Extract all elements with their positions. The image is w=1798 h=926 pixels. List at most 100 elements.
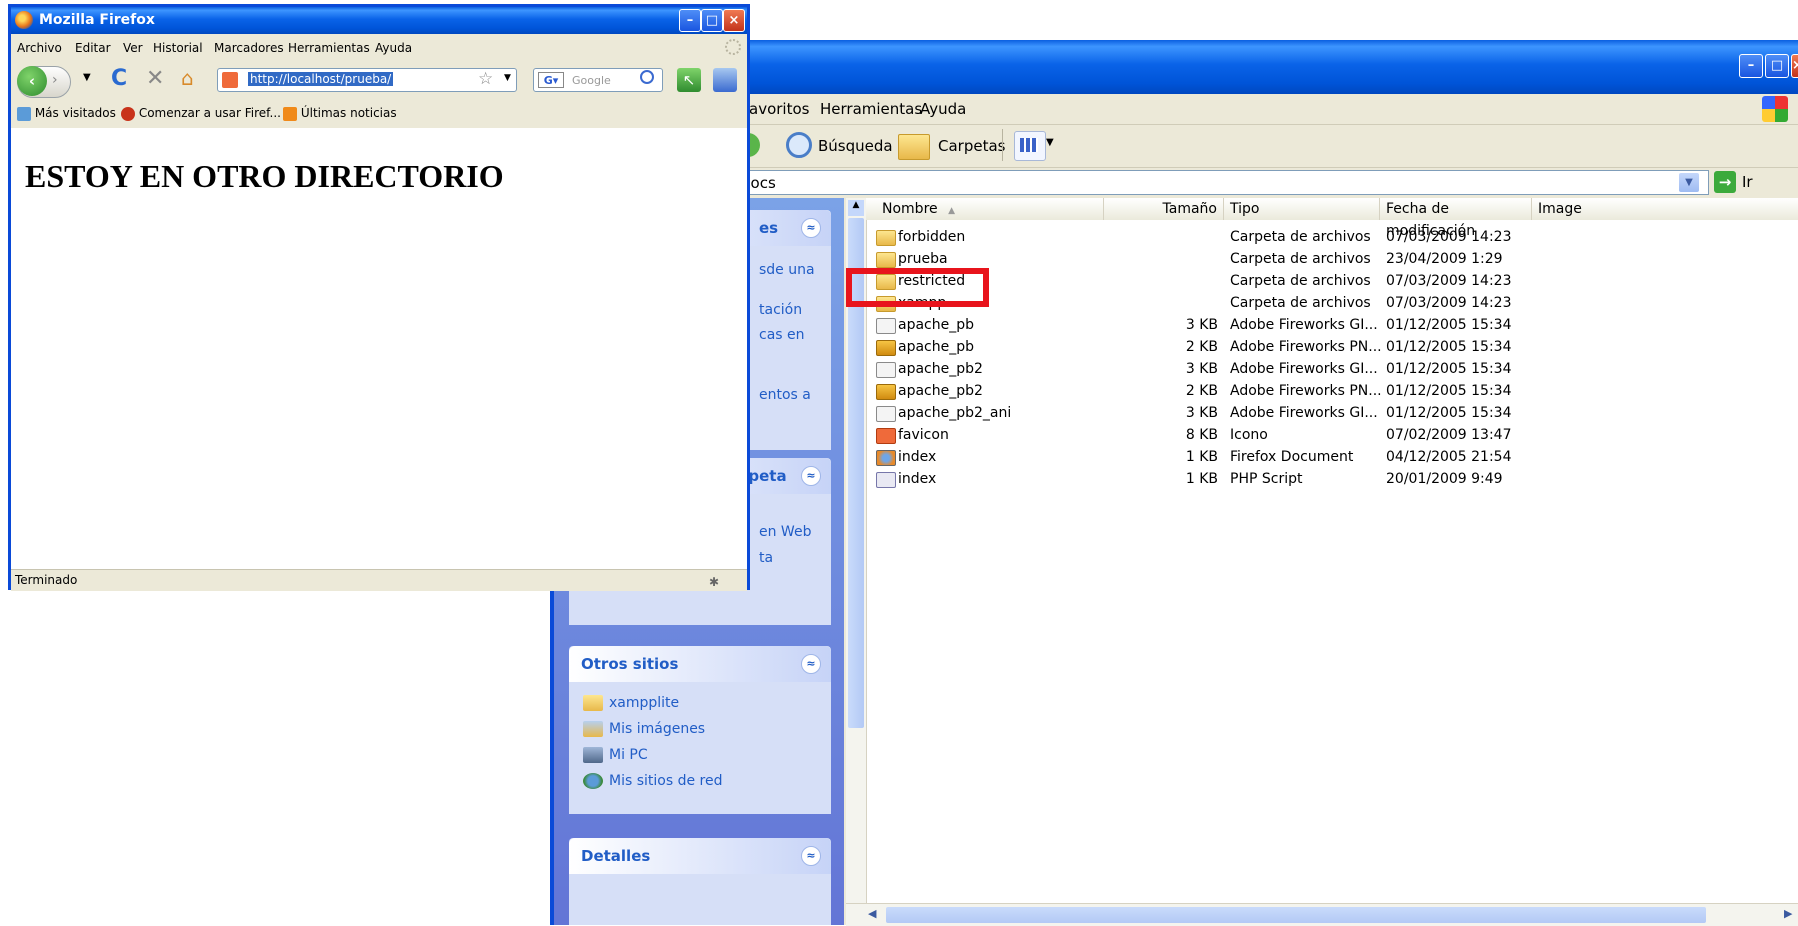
folders-button-label: Carpetas xyxy=(938,137,1006,155)
task-link[interactable]: entos a xyxy=(759,387,811,403)
task-link[interactable]: en Web xyxy=(759,524,811,540)
file-type: Adobe Fireworks GI... xyxy=(1230,405,1378,421)
file-row[interactable]: prueba Carpeta de archivos 23/04/2009 1:29 xyxy=(876,248,1798,270)
file-row[interactable]: index 1 KB Firefox Document 04/12/2005 21:5… xyxy=(876,446,1798,468)
other-site-link[interactable]: Mi PC xyxy=(583,747,648,763)
file-row[interactable]: apache_pb 2 KB Adobe Fireworks PN... 01/12/… xyxy=(876,336,1798,358)
scroll-up-icon[interactable]: ▲ xyxy=(848,200,864,216)
menu-ver[interactable]: Ver xyxy=(123,41,143,55)
forward-button[interactable]: › xyxy=(52,72,58,88)
file-type: Adobe Fireworks GI... xyxy=(1230,361,1378,377)
horizontal-scrollbar-thumb[interactable] xyxy=(886,907,1706,923)
task-link[interactable]: ta xyxy=(759,550,773,566)
other-site-link[interactable]: Mis sitios de red xyxy=(583,773,722,789)
column-type[interactable]: Tipo xyxy=(1224,198,1380,220)
file-row[interactable]: xampp Carpeta de archivos 07/03/2009 14:23 xyxy=(876,292,1798,314)
back-button[interactable]: ‹ xyxy=(17,66,47,96)
horizontal-scrollbar[interactable]: ◀ ▶ xyxy=(846,903,1798,926)
url-dropdown-icon[interactable]: ▼ xyxy=(504,73,511,83)
firefox-title-bar[interactable]: Mozilla Firefox – □ × xyxy=(11,7,747,34)
close-button[interactable]: × xyxy=(723,9,745,32)
file-type: Firefox Document xyxy=(1230,449,1354,465)
scroll-right-icon[interactable]: ▶ xyxy=(1784,907,1792,920)
task-link[interactable]: tación xyxy=(759,302,802,318)
views-dropdown-icon[interactable]: ▼ xyxy=(1046,137,1054,148)
menu-historial[interactable]: Historial xyxy=(153,41,203,55)
menu-archivo[interactable]: Archivo xyxy=(17,41,62,55)
close-button[interactable]: × xyxy=(1791,54,1798,78)
column-extra[interactable]: Image xyxy=(1532,198,1798,220)
file-row[interactable]: apache_pb2 2 KB Adobe Fireworks PN... 01/12… xyxy=(876,380,1798,402)
menu-ayuda[interactable]: Ayuda xyxy=(375,41,412,55)
menu-herramientas[interactable]: Herramientas xyxy=(288,41,370,55)
toolbar-separator xyxy=(1002,129,1003,161)
history-dropdown-icon[interactable]: ▼ xyxy=(83,72,91,83)
other-sites-panel-header[interactable]: Otros sitios ≈ xyxy=(569,646,831,682)
file-name: favicon xyxy=(898,427,949,443)
other-site-label: Mi PC xyxy=(609,747,648,763)
menu-editar[interactable]: Editar xyxy=(75,41,111,55)
bookmark-latest-news[interactable]: Últimas noticias xyxy=(283,106,397,121)
details-title: Detalles xyxy=(581,847,651,865)
bookmark-most-visited[interactable]: Más visitados xyxy=(17,106,116,121)
file-row[interactable]: apache_pb 3 KB Adobe Fireworks GI... 01/12/… xyxy=(876,314,1798,336)
menu-favoritos[interactable]: avoritos xyxy=(749,100,809,118)
addon-icon[interactable]: ↖ xyxy=(677,68,701,92)
task-link[interactable]: cas en xyxy=(759,327,805,343)
other-site-link[interactable]: xampplite xyxy=(583,695,679,711)
scroll-left-icon[interactable]: ◀ xyxy=(868,907,876,920)
firefox-bookmark-icon xyxy=(121,106,135,121)
task-pane-scrollbar[interactable]: ▲ xyxy=(846,198,867,925)
other-site-label: Mis imágenes xyxy=(609,721,706,737)
minimize-button[interactable]: – xyxy=(679,9,701,32)
firefox-menubar: Archivo Editar Ver Historial Marcadores … xyxy=(11,34,747,62)
file-row[interactable]: index 1 KB PHP Script 20/01/2009 9:49 xyxy=(876,468,1798,490)
menu-marcadores[interactable]: Marcadores xyxy=(214,41,284,55)
maximize-button[interactable]: □ xyxy=(701,9,723,32)
bookmark-getting-started[interactable]: Comenzar a usar Firef... xyxy=(121,106,281,121)
collapse-icon[interactable]: ≈ xyxy=(801,846,821,866)
minimize-button[interactable]: – xyxy=(1739,54,1763,78)
file-row[interactable]: forbidden Carpeta de archivos 07/03/2009 1… xyxy=(876,226,1798,248)
bookmark-star-icon[interactable]: ☆ xyxy=(478,69,493,89)
status-addon-icon[interactable]: ✱ xyxy=(709,572,725,589)
menu-ayuda[interactable]: Ayuda xyxy=(920,100,966,118)
maximize-button[interactable]: □ xyxy=(1765,54,1789,78)
details-panel-header[interactable]: Detalles ≈ xyxy=(569,838,831,874)
reload-icon[interactable]: C xyxy=(111,66,127,91)
column-date[interactable]: Fecha de modificación xyxy=(1380,198,1532,239)
search-field[interactable]: G▾ Google xyxy=(533,68,663,92)
other-site-link[interactable]: Mis imágenes xyxy=(583,721,705,737)
details-panel: Detalles ≈ xyxy=(569,838,831,925)
column-size[interactable]: Tamaño xyxy=(1104,198,1224,220)
sort-ascending-icon: ▲ xyxy=(948,206,955,216)
home-icon[interactable]: ⌂ xyxy=(181,66,194,90)
file-row[interactable]: apache_pb2 3 KB Adobe Fireworks GI... 01/12… xyxy=(876,358,1798,380)
file-row[interactable]: favicon 8 KB Icono 07/02/2009 13:47 xyxy=(876,424,1798,446)
file-name: forbidden xyxy=(898,229,966,245)
google-engine-icon[interactable]: G▾ xyxy=(538,72,564,88)
collapse-icon[interactable]: ≈ xyxy=(801,654,821,674)
views-button[interactable] xyxy=(1014,131,1046,161)
file-row[interactable]: restricted Carpeta de archivos 07/03/2009 … xyxy=(876,270,1798,292)
address-dropdown-icon[interactable]: ▼ xyxy=(1679,173,1699,192)
go-button[interactable]: → Ir xyxy=(1714,170,1764,195)
collapse-icon[interactable]: ≈ xyxy=(801,218,821,238)
file-type: Carpeta de archivos xyxy=(1230,229,1371,245)
bookmark-label: Últimas noticias xyxy=(300,106,397,120)
menu-herramientas[interactable]: Herramientas xyxy=(820,100,922,118)
file-row[interactable]: apache_pb2_ani 3 KB Adobe Fireworks GI... 0… xyxy=(876,402,1798,424)
column-name[interactable]: Nombre ▲ xyxy=(866,198,1104,220)
file-date: 07/03/2009 14:23 xyxy=(1386,295,1512,311)
stop-icon[interactable]: ✕ xyxy=(146,66,164,91)
file-icon xyxy=(876,406,896,422)
url-field[interactable]: http://localhost/prueba/ ☆ ▼ xyxy=(217,68,517,92)
file-icon xyxy=(876,362,896,378)
task-link[interactable]: sde una xyxy=(759,262,815,278)
file-type: Carpeta de archivos xyxy=(1230,251,1371,267)
column-extra-label: Image xyxy=(1538,201,1582,217)
addon-2-icon[interactable] xyxy=(713,68,737,92)
collapse-icon[interactable]: ≈ xyxy=(801,466,821,486)
file-type: Adobe Fireworks GI... xyxy=(1230,317,1378,333)
search-go-icon[interactable] xyxy=(640,70,654,84)
